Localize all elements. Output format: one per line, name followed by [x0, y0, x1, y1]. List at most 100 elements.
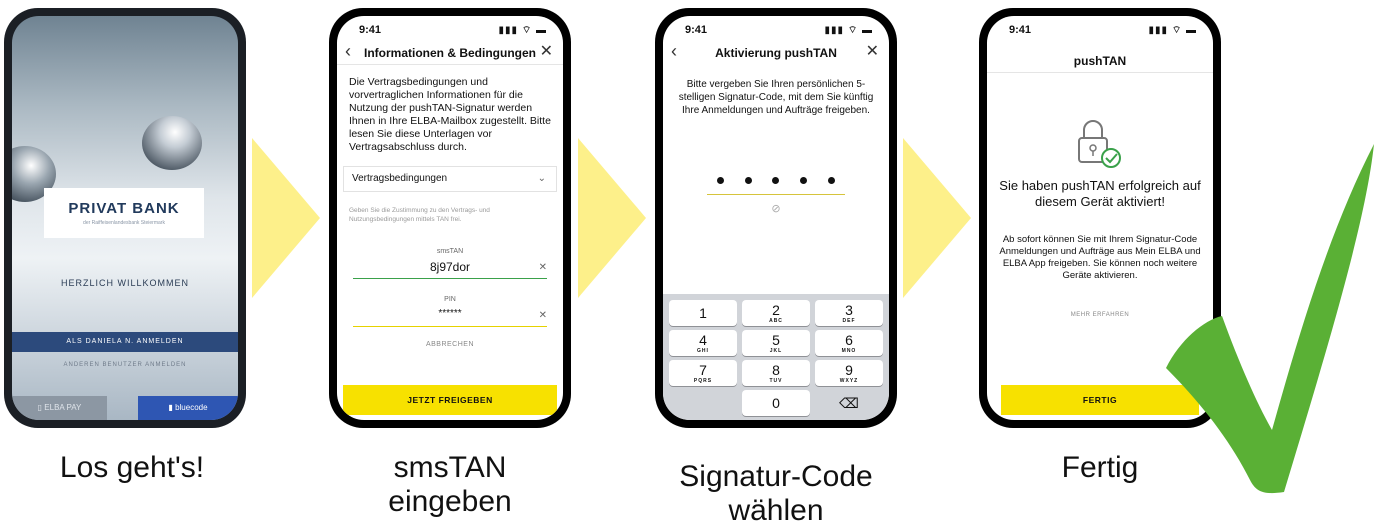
- key-digit: 6: [845, 332, 853, 348]
- status-icons: ▮▮▮ ⌔ ▬: [498, 25, 547, 36]
- key-4[interactable]: 4 GHI: [669, 330, 737, 356]
- key-letters: JKL: [769, 348, 783, 354]
- key-8[interactable]: 8 TUV: [742, 360, 810, 386]
- status-time: 9:41: [1009, 24, 1032, 36]
- close-icon[interactable]: ✕: [866, 44, 879, 60]
- delete-key-icon[interactable]: ⌫: [815, 390, 883, 416]
- phone-screen: 9:41 ▮▮▮ ⌔ ▬ ‹ Aktivierung pushTAN ✕ Bit…: [663, 16, 889, 420]
- smstan-value: 8j97dor: [429, 260, 471, 274]
- key-digit: 2: [772, 302, 780, 318]
- key-0[interactable]: 0: [742, 390, 810, 416]
- bluecode-label: bluecode: [175, 403, 208, 412]
- phone-start-screen: PRIVAT BANK der Raiffeisenlandesbank Ste…: [4, 8, 246, 428]
- code-dot: [772, 176, 780, 184]
- bank-logo: PRIVAT BANK der Raiffeisenlandesbank Ste…: [44, 188, 204, 238]
- key-digit: 4: [699, 332, 707, 348]
- intro-text: Bitte vergeben Sie Ihren persönlichen 5-…: [678, 79, 874, 116]
- key-letters: MNO: [841, 348, 857, 354]
- welcome-text: HERZLICH WILLKOMMEN: [60, 278, 189, 288]
- approve-button[interactable]: JETZT FREIGEBEN: [343, 385, 557, 415]
- phone-smstan-screen: 9:41 ▮▮▮ ⌔ ▬ ‹ Informationen & Bedingung…: [329, 8, 571, 428]
- key-digit: 3: [845, 302, 853, 318]
- numeric-keypad: 1 2 ABC 3 DEF 4 GHI 5 JKL 6 MNO 7 PQRS 8 TUV 9 WXYZ 0 ⌫: [663, 294, 889, 420]
- phone-signature-code-screen: 9:41 ▮▮▮ ⌔ ▬ ‹ Aktivierung pushTAN ✕ Bit…: [655, 8, 897, 428]
- code-dot: [800, 176, 808, 184]
- nav-bar: pushTAN: [987, 50, 1213, 73]
- code-dot: [717, 176, 725, 184]
- close-icon[interactable]: ✕: [540, 44, 553, 60]
- status-icons: ▮▮▮ ⌔ ▬: [1148, 25, 1197, 36]
- login-button[interactable]: ALS DANIELA N. ANMELDEN: [12, 332, 238, 352]
- chevron-down-icon: ⌄: [537, 173, 546, 184]
- key-3[interactable]: 3 DEF: [815, 300, 883, 326]
- step-caption-2: smsTAN eingeben: [340, 451, 560, 519]
- smstan-input[interactable]: 8j97dor ✕: [353, 260, 547, 279]
- delete-glyph: ⌫: [839, 395, 859, 411]
- key-letters: TUV: [769, 378, 783, 384]
- bank-name: PRIVAT BANK: [68, 200, 180, 217]
- other-user-link[interactable]: ANDEREN BENUTZER ANMELDEN: [12, 362, 238, 368]
- key-digit: 1: [699, 305, 707, 321]
- step-caption-3: Signatur-Code wählen: [666, 460, 886, 528]
- nav-title: Informationen & Bedingungen: [364, 46, 536, 60]
- terms-dropdown[interactable]: Vertragsbedingungen ⌄: [343, 166, 557, 192]
- step-caption-line: wählen: [728, 494, 824, 527]
- clear-icon[interactable]: ✕: [539, 310, 547, 321]
- status-icons: ▮▮▮ ⌔ ▬: [824, 25, 873, 36]
- decorative-sphere: [142, 116, 202, 170]
- code-dots[interactable]: [707, 166, 845, 195]
- pin-label: PIN: [444, 296, 456, 303]
- intro-text: Die Vertragsbedingungen und vorvertragli…: [349, 76, 551, 153]
- key-digit: 0: [772, 395, 780, 411]
- key-digit: 9: [845, 362, 853, 378]
- key-7[interactable]: 7 PQRS: [669, 360, 737, 386]
- key-2[interactable]: 2 ABC: [742, 300, 810, 326]
- elba-pay-button[interactable]: ▯ ELBA PAY: [12, 396, 107, 420]
- lock-check-icon: [1078, 120, 1121, 168]
- status-bar: 9:41 ▮▮▮ ⌔ ▬: [663, 24, 889, 38]
- cancel-link[interactable]: ABBRECHEN: [337, 341, 563, 348]
- key-1[interactable]: 1: [669, 300, 737, 326]
- step-caption-line: eingeben: [388, 485, 512, 518]
- terms-dropdown-label: Vertragsbedingungen: [352, 173, 448, 184]
- key-letters: DEF: [842, 318, 856, 324]
- step-caption-text: Fertig: [1061, 451, 1139, 484]
- code-dot: [827, 176, 835, 184]
- clear-icon[interactable]: ✕: [539, 262, 547, 273]
- bluecode-button[interactable]: ▮ bluecode: [138, 396, 238, 420]
- key-5[interactable]: 5 JKL: [742, 330, 810, 356]
- phone-screen: PRIVAT BANK der Raiffeisenlandesbank Ste…: [12, 16, 238, 420]
- eye-slash-icon[interactable]: ⊘: [663, 202, 889, 215]
- key-digit: 8: [772, 362, 780, 378]
- step-arrow-2: [578, 138, 646, 298]
- step-caption-line: Signatur-Code: [679, 460, 873, 493]
- nav-bar: ‹ Aktivierung pushTAN ✕: [663, 42, 889, 64]
- key-letters: GHI: [697, 348, 709, 354]
- step-arrow-1: [252, 138, 320, 298]
- key-digit: 5: [772, 332, 780, 348]
- pin-input[interactable]: ****** ✕: [353, 308, 547, 327]
- status-bar: 9:41 ▮▮▮ ⌔ ▬: [337, 24, 563, 38]
- key-letters: WXYZ: [839, 378, 859, 384]
- step-caption-4: Fertig: [990, 451, 1210, 485]
- key-digit: 7: [699, 362, 707, 378]
- key-letters: ABC: [769, 318, 783, 324]
- bank-subtitle: der Raiffeisenlandesbank Steiermark: [83, 220, 165, 226]
- smstan-label: smsTAN: [436, 248, 464, 255]
- phone-screen: 9:41 ▮▮▮ ⌔ ▬ ‹ Informationen & Bedingung…: [337, 16, 563, 420]
- consent-text: Geben Sie die Zustimmung zu den Vertrags…: [349, 207, 490, 223]
- status-bar: 9:41 ▮▮▮ ⌔ ▬: [987, 24, 1213, 38]
- nav-title: Aktivierung pushTAN: [715, 46, 837, 60]
- step-caption-line: smsTAN: [393, 451, 507, 484]
- step-arrow-3: [903, 138, 971, 298]
- status-time: 9:41: [685, 24, 708, 36]
- code-dot: [744, 176, 752, 184]
- key-6[interactable]: 6 MNO: [815, 330, 883, 356]
- checkmark-icon: [1166, 144, 1374, 494]
- nav-title: pushTAN: [1073, 54, 1127, 68]
- step-caption-1: Los geht's!: [22, 451, 242, 485]
- elba-pay-label: ELBA PAY: [44, 403, 82, 412]
- nav-bar: ‹ Informationen & Bedingungen ✕: [337, 42, 563, 65]
- key-9[interactable]: 9 WXYZ: [815, 360, 883, 386]
- status-time: 9:41: [359, 24, 382, 36]
